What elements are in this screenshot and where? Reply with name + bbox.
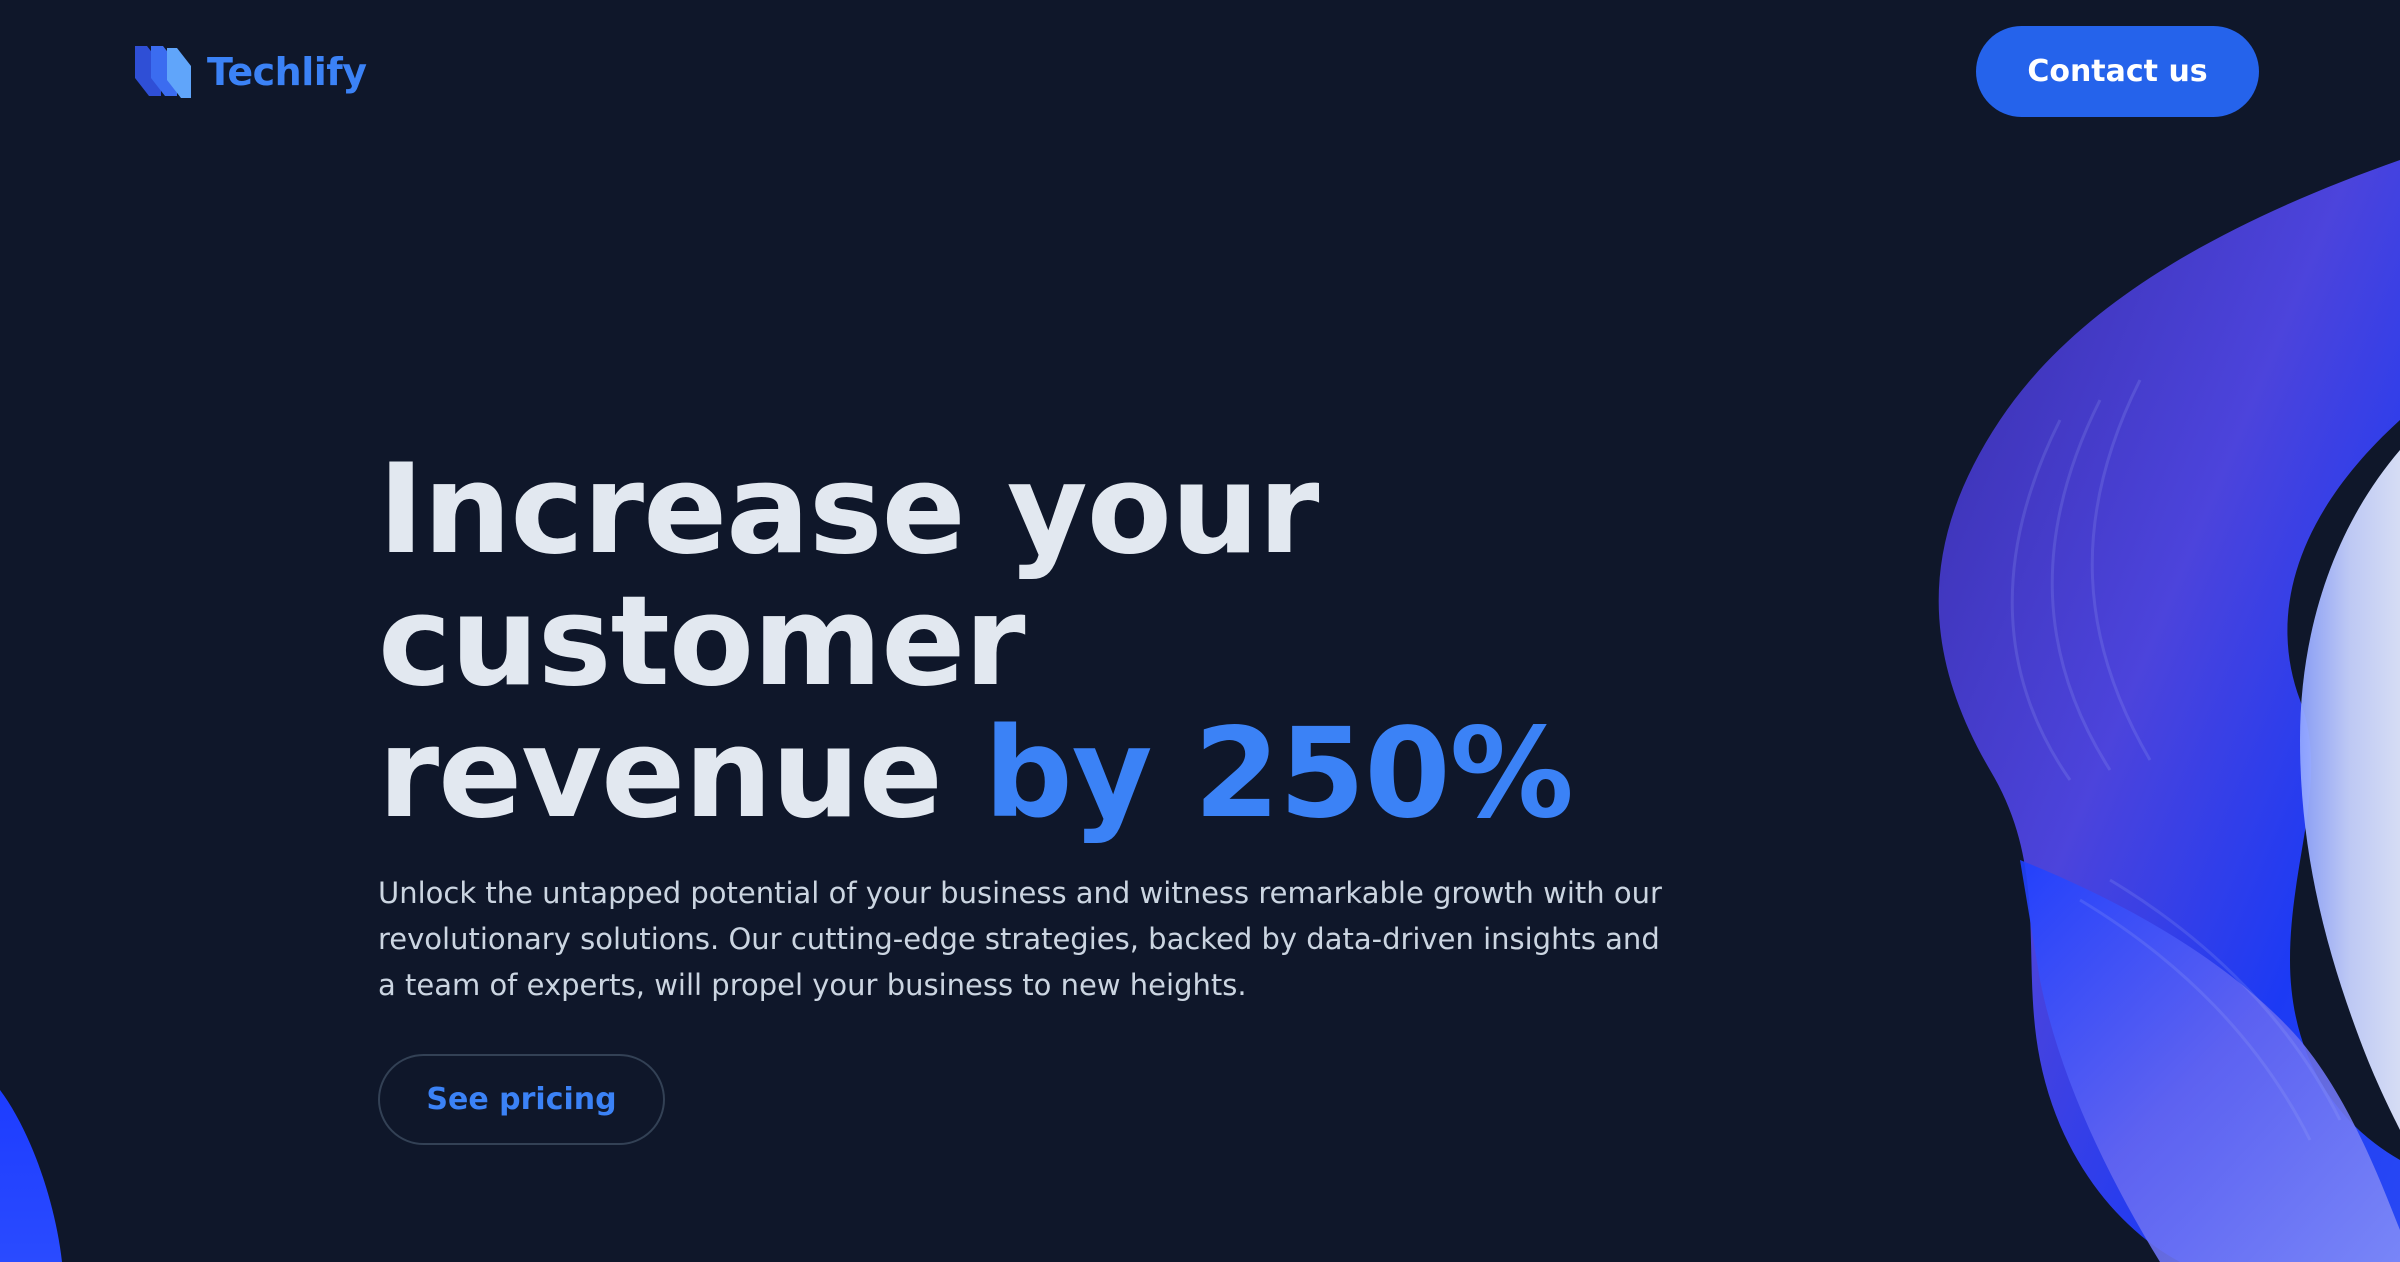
techlify-logo-icon [135, 46, 191, 98]
hero-headline: Increase your customer revenue by 250% [378, 444, 1978, 840]
logo-link[interactable]: Techlify [133, 44, 367, 100]
top-navbar: Techlify Contact us [0, 0, 2400, 145]
headline-line-2-prefix: revenue [378, 702, 985, 846]
contact-us-button[interactable]: Contact us [1976, 26, 2259, 117]
headline-line-1: Increase your customer [378, 438, 1319, 714]
hero-section: Increase your customer revenue by 250% U… [378, 444, 1978, 1145]
see-pricing-button[interactable]: See pricing [378, 1054, 665, 1145]
headline-accent: by 250% [984, 702, 1574, 846]
hero-description: Unlock the untapped potential of your bu… [378, 876, 1662, 1002]
brand-name: Techlify [207, 50, 367, 94]
